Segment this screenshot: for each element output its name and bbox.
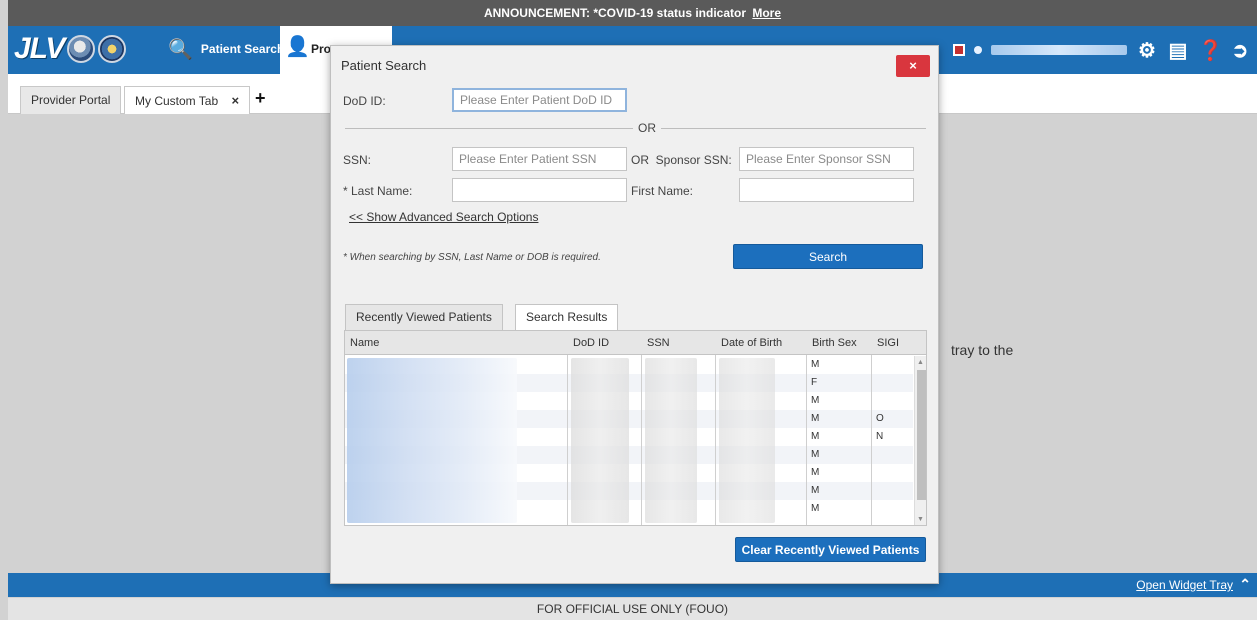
or-divider-left bbox=[345, 128, 633, 129]
search-button[interactable]: Search bbox=[733, 244, 923, 269]
ssn-label: SSN: bbox=[343, 153, 372, 167]
patient-search-label: Patient Search bbox=[200, 42, 285, 56]
ssn-input[interactable] bbox=[452, 147, 627, 171]
announcement-more-link[interactable]: More bbox=[752, 6, 781, 20]
search-icon: 🔍 bbox=[168, 38, 193, 61]
announcement-label: ANNOUNCEMENT: bbox=[483, 6, 590, 20]
col-header-birth-sex[interactable]: Birth Sex bbox=[812, 337, 857, 349]
tab-provider-portal[interactable]: Provider Portal bbox=[20, 86, 122, 114]
col-header-dob[interactable]: Date of Birth bbox=[721, 337, 782, 349]
sigi-cell: N bbox=[876, 431, 884, 442]
gear-icon[interactable]: ⚙ bbox=[1136, 38, 1158, 63]
logout-icon[interactable]: ➲ bbox=[1229, 38, 1251, 63]
scroll-thumb[interactable] bbox=[917, 370, 926, 500]
birth-sex-cell: M bbox=[811, 467, 820, 478]
scroll-down-icon[interactable]: ▼ bbox=[917, 516, 924, 523]
birth-sex-cell: M bbox=[811, 485, 820, 496]
or-divider-right bbox=[661, 128, 926, 129]
help-icon[interactable]: ❓ bbox=[1198, 38, 1223, 63]
dialog-title: Patient Search bbox=[341, 58, 427, 73]
announcement-text: *COVID-19 status indicator bbox=[593, 6, 747, 20]
patient-search-dialog: Patient Search × DoD ID: OR SSN: OR Spon… bbox=[330, 45, 939, 584]
search-requirement-note: * When searching by SSN, Last Name or DO… bbox=[343, 252, 601, 263]
tab-my-custom-tab[interactable]: My Custom Tab × bbox=[124, 86, 251, 114]
user-role-icon bbox=[953, 44, 965, 56]
header-right-tools: ⚙ ▤ ❓ ➲ bbox=[953, 36, 1251, 64]
tab-recently-viewed-patients[interactable]: Recently Viewed Patients bbox=[345, 304, 503, 330]
first-name-input[interactable] bbox=[739, 178, 914, 202]
dod-id-label: DoD ID: bbox=[343, 94, 386, 108]
add-tab-icon[interactable]: + bbox=[255, 88, 266, 109]
dialog-close-button[interactable]: × bbox=[896, 55, 930, 77]
open-widget-tray-link[interactable]: Open Widget Tray bbox=[1136, 578, 1233, 592]
tab-search-results[interactable]: Search Results bbox=[515, 304, 619, 330]
col-header-name[interactable]: Name bbox=[350, 337, 379, 349]
close-tab-icon[interactable]: × bbox=[231, 93, 239, 108]
tab-provider-portal-label: Provider Portal bbox=[31, 93, 111, 107]
birth-sex-cell: M bbox=[811, 431, 820, 442]
or-text: OR bbox=[638, 121, 656, 135]
provider-tab-label: Pro bbox=[311, 42, 332, 56]
chevron-up-icon[interactable]: ⌃ bbox=[1239, 576, 1251, 593]
user-name-redacted[interactable] bbox=[991, 45, 1127, 55]
col-divider-ssn bbox=[642, 331, 716, 525]
last-name-input[interactable] bbox=[452, 178, 627, 202]
sponsor-ssn-input[interactable] bbox=[739, 147, 914, 171]
logo-text: JLV bbox=[14, 32, 65, 65]
dod-seal-icon bbox=[98, 35, 127, 63]
patient-search-button[interactable]: 🔍 Patient Search bbox=[168, 34, 284, 64]
document-icon[interactable]: ▤ bbox=[1167, 38, 1189, 63]
col-divider-name bbox=[345, 331, 568, 525]
col-divider-dob bbox=[716, 331, 807, 525]
patients-table: Name DoD ID SSN Date of Birth Birth Sex … bbox=[344, 330, 927, 526]
clear-recently-viewed-button[interactable]: Clear Recently Viewed Patients bbox=[735, 537, 926, 562]
birth-sex-cell: M bbox=[811, 449, 820, 460]
tab-my-custom-tab-label: My Custom Tab bbox=[135, 94, 219, 108]
advanced-search-link[interactable]: << Show Advanced Search Options bbox=[349, 210, 538, 224]
birth-sex-cell: F bbox=[811, 377, 818, 388]
col-header-ssn[interactable]: SSN bbox=[647, 337, 670, 349]
footer-fouo: FOR OFFICIAL USE ONLY (FOUO) bbox=[8, 598, 1257, 620]
sigi-cell: O bbox=[876, 413, 884, 424]
col-header-sigi[interactable]: SIGI bbox=[877, 337, 899, 349]
birth-sex-cell: M bbox=[811, 413, 820, 424]
announcement-bar: ANNOUNCEMENT: *COVID-19 status indicator… bbox=[8, 0, 1257, 26]
workspace-hint-text: tray to the bbox=[951, 342, 1014, 358]
first-name-label: First Name: bbox=[631, 184, 694, 198]
status-indicator-icon bbox=[974, 46, 982, 54]
table-scrollbar[interactable]: ▲ ▼ bbox=[914, 356, 926, 525]
sponsor-ssn-label: OR Sponsor SSN: bbox=[631, 153, 732, 167]
birth-sex-cell: M bbox=[811, 359, 820, 370]
provider-icon: 👤 bbox=[285, 36, 310, 58]
scroll-up-icon[interactable]: ▲ bbox=[917, 359, 924, 366]
jlv-logo: JLV bbox=[14, 30, 127, 68]
table-header: Name DoD ID SSN Date of Birth Birth Sex … bbox=[345, 331, 926, 355]
birth-sex-cell: M bbox=[811, 395, 820, 406]
va-seal-icon bbox=[67, 35, 96, 63]
col-header-dod-id[interactable]: DoD ID bbox=[573, 337, 609, 349]
col-divider-dod bbox=[568, 331, 642, 525]
last-name-label: * Last Name: bbox=[343, 184, 413, 198]
dod-id-input[interactable] bbox=[452, 88, 627, 112]
birth-sex-cell: M bbox=[811, 503, 820, 514]
